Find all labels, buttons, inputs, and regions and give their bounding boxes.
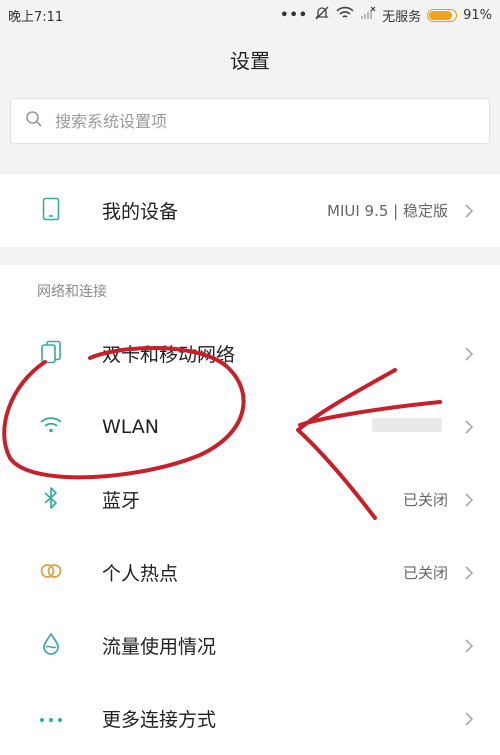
my-device-value: MIUI 9.5 | 稳定版: [327, 202, 448, 220]
hotspot-icon: [39, 562, 63, 584]
sim-cards-icon: [40, 340, 62, 368]
battery-icon: [427, 8, 458, 22]
wlan-row[interactable]: WLAN: [0, 390, 500, 463]
chevron-right-icon: [464, 638, 474, 654]
mute-bell-icon: [314, 5, 330, 25]
chevron-right-icon: [464, 565, 474, 581]
redacted-network-name: [372, 418, 442, 432]
hotspot-value: 已关闭: [402, 564, 448, 582]
more-icon: •••: [280, 7, 309, 23]
search-input[interactable]: [53, 110, 437, 132]
search-box[interactable]: [10, 98, 490, 144]
section-header-network: 网络和连接: [0, 265, 500, 317]
bluetooth-icon: [43, 486, 59, 514]
bluetooth-row[interactable]: 蓝牙 已关闭: [0, 463, 500, 536]
more-dots-icon: [39, 709, 63, 728]
page-title: 设置: [230, 48, 270, 73]
my-device-label: 我的设备: [102, 201, 179, 223]
chevron-right-icon: [464, 203, 474, 219]
hotspot-label: 个人热点: [102, 563, 179, 585]
hotspot-row[interactable]: 个人热点 已关闭: [0, 536, 500, 609]
chevron-right-icon: [464, 346, 474, 362]
wifi-status-icon: [336, 6, 354, 24]
sidebar-item-dual-sim[interactable]: 双卡和移动网络: [0, 317, 500, 390]
more-connections-row[interactable]: 更多连接方式: [0, 682, 500, 755]
bluetooth-label: 蓝牙: [102, 490, 141, 512]
my-device-row[interactable]: 我的设备 MIUI 9.5 | 稳定版: [0, 174, 500, 247]
battery-fill: [429, 10, 452, 20]
phone-icon: [42, 197, 60, 225]
bluetooth-value: 已关闭: [402, 491, 448, 509]
more-connections-label: 更多连接方式: [102, 709, 217, 731]
chevron-right-icon: [464, 419, 474, 435]
data-usage-row[interactable]: 流量使用情况: [0, 609, 500, 682]
battery-percent: 91%: [463, 7, 492, 23]
no-signal-icon: [360, 6, 376, 24]
chevron-right-icon: [464, 711, 474, 727]
status-bar: 晚上7:11 ••• 无服务 91%: [0, 0, 500, 30]
search-icon: [25, 110, 43, 132]
water-drop-icon: [41, 631, 61, 660]
dual-sim-label: 双卡和移动网络: [102, 344, 236, 366]
wifi-icon: [39, 416, 63, 438]
carrier-text: 无服务: [382, 9, 422, 25]
chevron-right-icon: [464, 492, 474, 508]
data-usage-label: 流量使用情况: [102, 636, 217, 658]
status-time: 晚上7:11: [8, 9, 64, 25]
status-icons: ••• 无服务 91%: [280, 5, 492, 25]
